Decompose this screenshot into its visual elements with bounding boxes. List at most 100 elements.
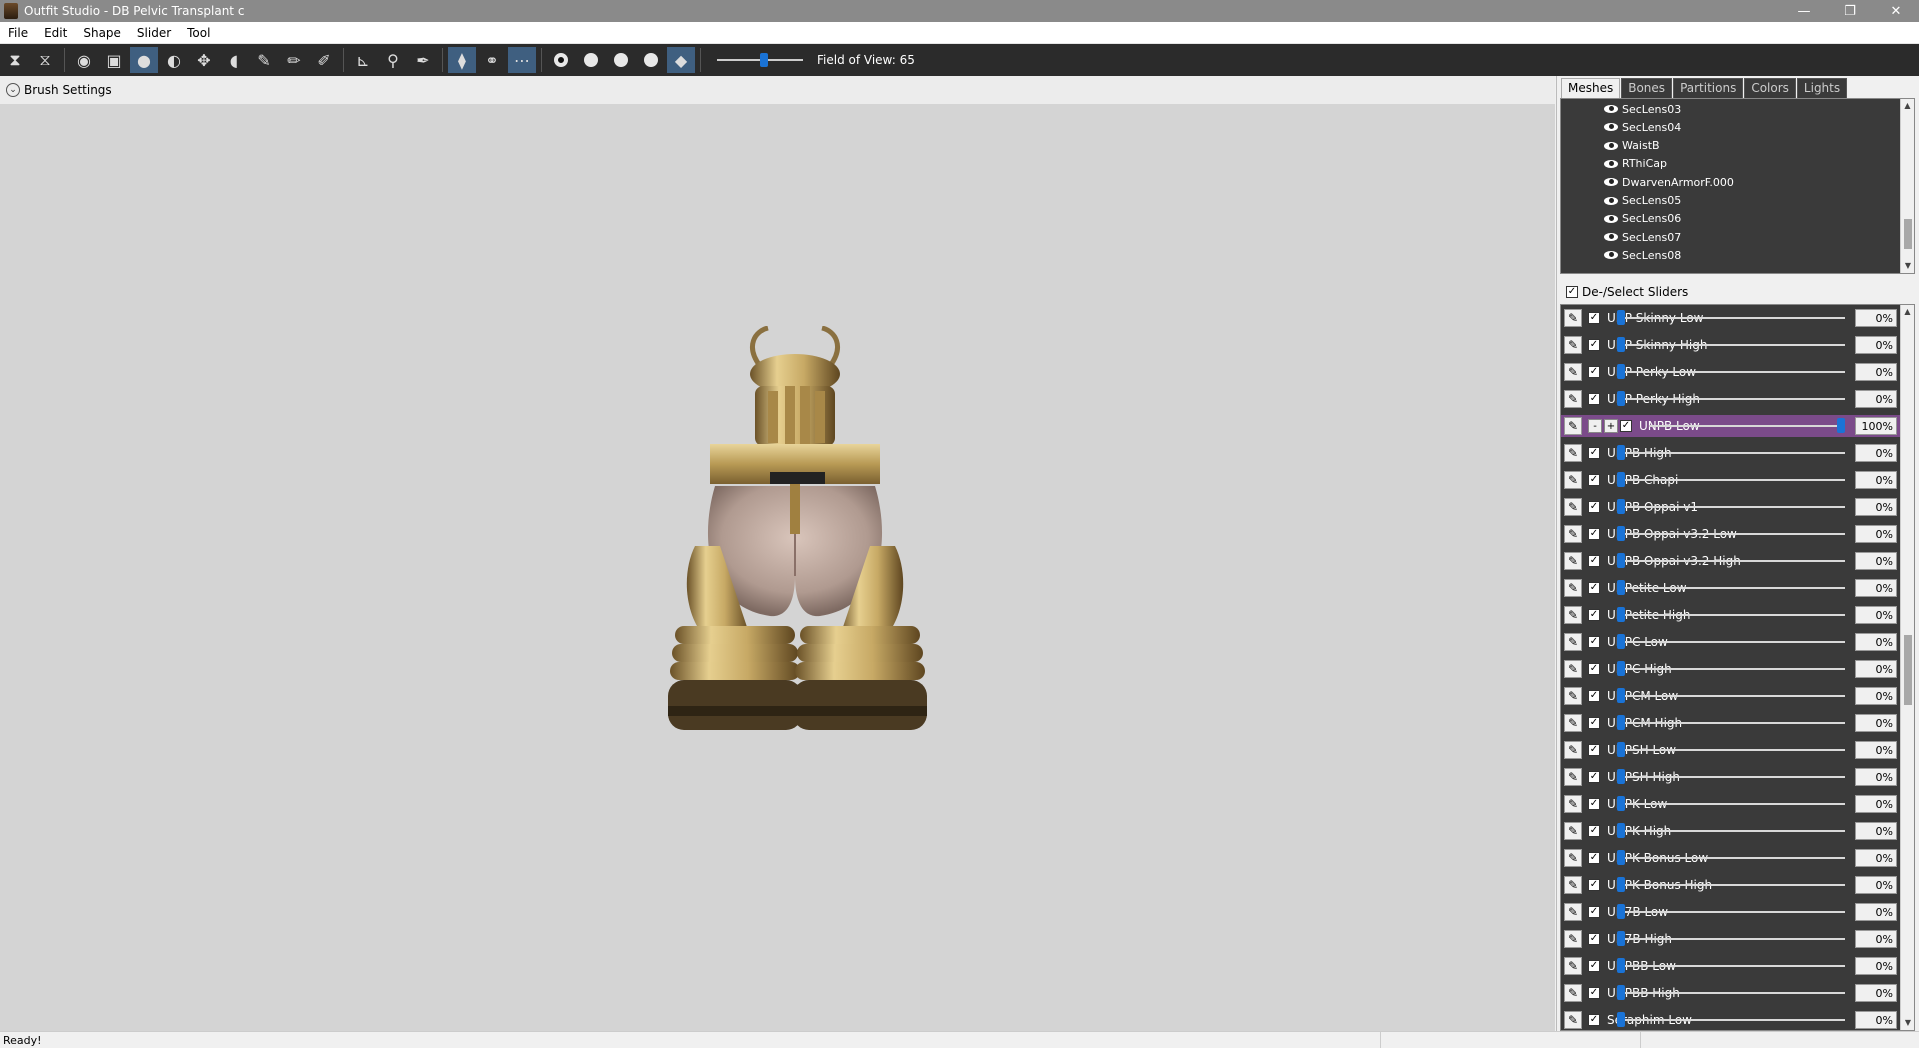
- alpha-brush-icon[interactable]: ✐: [310, 47, 338, 73]
- slider-checkbox[interactable]: ✓: [1588, 501, 1600, 513]
- slider-control[interactable]: [1617, 793, 1845, 815]
- slider-value[interactable]: 0%: [1855, 930, 1897, 948]
- slider-control[interactable]: [1617, 631, 1845, 653]
- slider-checkbox[interactable]: ✓: [1588, 690, 1600, 702]
- slider-control[interactable]: [1617, 766, 1845, 788]
- slider-checkbox[interactable]: ✓: [1588, 555, 1600, 567]
- tab-bones[interactable]: Bones: [1621, 78, 1673, 98]
- load-reference-icon[interactable]: ⧗: [1, 47, 29, 73]
- scroll-down-icon[interactable]: ▼: [1901, 1016, 1914, 1030]
- view-left-icon[interactable]: [607, 47, 635, 73]
- vertex-edit-icon[interactable]: ✒: [409, 47, 437, 73]
- edit-slider-icon[interactable]: ✎: [1564, 795, 1582, 813]
- slider-checkbox[interactable]: ✓: [1588, 474, 1600, 486]
- mesh-item[interactable]: SecLens04: [1603, 118, 1681, 136]
- scroll-up-icon[interactable]: ▲: [1901, 305, 1914, 319]
- slider-value[interactable]: 0%: [1855, 309, 1897, 327]
- slider-value[interactable]: 0%: [1855, 903, 1897, 921]
- edit-slider-icon[interactable]: ✎: [1564, 849, 1582, 867]
- slider-value[interactable]: 0%: [1855, 552, 1897, 570]
- slider-checkbox[interactable]: ✓: [1588, 1014, 1600, 1026]
- slider-control[interactable]: [1617, 388, 1845, 410]
- tab-partitions[interactable]: Partitions: [1673, 78, 1744, 98]
- slider-control[interactable]: [1617, 604, 1845, 626]
- slider-row[interactable]: ✎✓UNPC Low0%: [1561, 631, 1901, 653]
- slider-thumb[interactable]: [1617, 1012, 1625, 1027]
- slider-thumb[interactable]: [1617, 445, 1625, 460]
- slider-control[interactable]: [1617, 496, 1845, 518]
- mesh-item[interactable]: SecLens05: [1603, 192, 1681, 210]
- inflate-brush-icon[interactable]: ●: [130, 47, 158, 73]
- slider-value[interactable]: 0%: [1855, 741, 1897, 759]
- select-all-sliders-checkbox[interactable]: ✓: [1566, 286, 1578, 298]
- global-brush-icon[interactable]: ⋯: [508, 47, 536, 73]
- slider-value[interactable]: 0%: [1855, 444, 1897, 462]
- edit-slider-icon[interactable]: ✎: [1564, 552, 1582, 570]
- edit-slider-icon[interactable]: ✎: [1564, 498, 1582, 516]
- slider-checkbox[interactable]: ✓: [1588, 528, 1600, 540]
- edit-slider-icon[interactable]: ✎: [1564, 876, 1582, 894]
- mesh-scroll-thumb[interactable]: [1904, 219, 1912, 249]
- slider-value[interactable]: 0%: [1855, 363, 1897, 381]
- slider-value[interactable]: 100%: [1855, 417, 1897, 435]
- slider-checkbox[interactable]: ✓: [1588, 447, 1600, 459]
- slider-row[interactable]: ✎✓Seraphim Low0%: [1561, 1009, 1901, 1030]
- slider-list-scrollbar[interactable]: ▲ ▼: [1900, 305, 1914, 1030]
- edit-slider-icon[interactable]: ✎: [1564, 1011, 1582, 1029]
- slider-thumb[interactable]: [1617, 742, 1625, 757]
- slider-control[interactable]: [1617, 901, 1845, 923]
- mesh-tree-scrollbar[interactable]: ▲ ▼: [1900, 99, 1914, 273]
- minimize-button[interactable]: —: [1781, 0, 1827, 22]
- menu-tool[interactable]: Tool: [179, 22, 218, 44]
- edit-slider-icon[interactable]: ✎: [1564, 984, 1582, 1002]
- weight-brush-icon[interactable]: ✎: [250, 47, 278, 73]
- slider-checkbox[interactable]: ✓: [1588, 852, 1600, 864]
- edit-slider-icon[interactable]: ✎: [1564, 714, 1582, 732]
- slider-list[interactable]: ✎✓UNP Skinny Low0%✎✓UNP Skinny High0%✎✓U…: [1560, 304, 1915, 1031]
- slider-row[interactable]: ✎✓UNPetite High0%: [1561, 604, 1901, 626]
- slider-checkbox[interactable]: ✓: [1588, 312, 1600, 324]
- mesh-item[interactable]: SecLens06: [1603, 210, 1681, 228]
- edit-slider-icon[interactable]: ✎: [1564, 768, 1582, 786]
- slider-control[interactable]: [1617, 577, 1845, 599]
- edit-slider-icon[interactable]: ✎: [1564, 822, 1582, 840]
- slider-row[interactable]: ✎✓UNPK Bonus High0%: [1561, 874, 1901, 896]
- slider-value[interactable]: 0%: [1855, 471, 1897, 489]
- slider-checkbox[interactable]: ✓: [1588, 987, 1600, 999]
- eye-icon[interactable]: [1603, 232, 1619, 242]
- view-right-icon[interactable]: [637, 47, 665, 73]
- slider-checkbox[interactable]: ✓: [1588, 636, 1600, 648]
- slider-value[interactable]: 0%: [1855, 606, 1897, 624]
- slider-row[interactable]: ✎✓UNPB Oppai v3.2 High0%: [1561, 550, 1901, 572]
- eye-icon[interactable]: [1603, 177, 1619, 187]
- slider-thumb[interactable]: [1617, 526, 1625, 541]
- mesh-item[interactable]: WaistB: [1603, 137, 1660, 155]
- eye-icon[interactable]: [1603, 214, 1619, 224]
- slider-thumb[interactable]: [1617, 931, 1625, 946]
- slider-row[interactable]: ✎✓UNP Skinny Low0%: [1561, 307, 1901, 329]
- slider-thumb[interactable]: [1617, 580, 1625, 595]
- menu-edit[interactable]: Edit: [36, 22, 75, 44]
- slider-control[interactable]: [1617, 307, 1845, 329]
- chevron-down-icon[interactable]: ⌄: [6, 83, 20, 97]
- slider-value[interactable]: 0%: [1855, 498, 1897, 516]
- edit-slider-icon[interactable]: ✎: [1564, 687, 1582, 705]
- view-front-icon[interactable]: [547, 47, 575, 73]
- slider-checkbox[interactable]: ✓: [1588, 906, 1600, 918]
- slider-row[interactable]: ✎✓UNP Perky High0%: [1561, 388, 1901, 410]
- slider-thumb[interactable]: [1617, 850, 1625, 865]
- slider-thumb[interactable]: [1617, 472, 1625, 487]
- slider-thumb[interactable]: [1617, 769, 1625, 784]
- slider-value[interactable]: 0%: [1855, 957, 1897, 975]
- close-button[interactable]: ✕: [1873, 0, 1919, 22]
- slider-control[interactable]: [1617, 550, 1845, 572]
- slider-control[interactable]: [1617, 523, 1845, 545]
- slider-thumb[interactable]: [1617, 688, 1625, 703]
- slider-checkbox[interactable]: ✓: [1588, 663, 1600, 675]
- edit-slider-icon[interactable]: ✎: [1564, 309, 1582, 327]
- slider-control[interactable]: [1617, 928, 1845, 950]
- slider-thumb[interactable]: [1617, 715, 1625, 730]
- slider-control[interactable]: [1649, 415, 1845, 437]
- slider-row[interactable]: ✎✓UNPB Oppai v3.2 Low0%: [1561, 523, 1901, 545]
- eye-icon[interactable]: [1603, 141, 1619, 151]
